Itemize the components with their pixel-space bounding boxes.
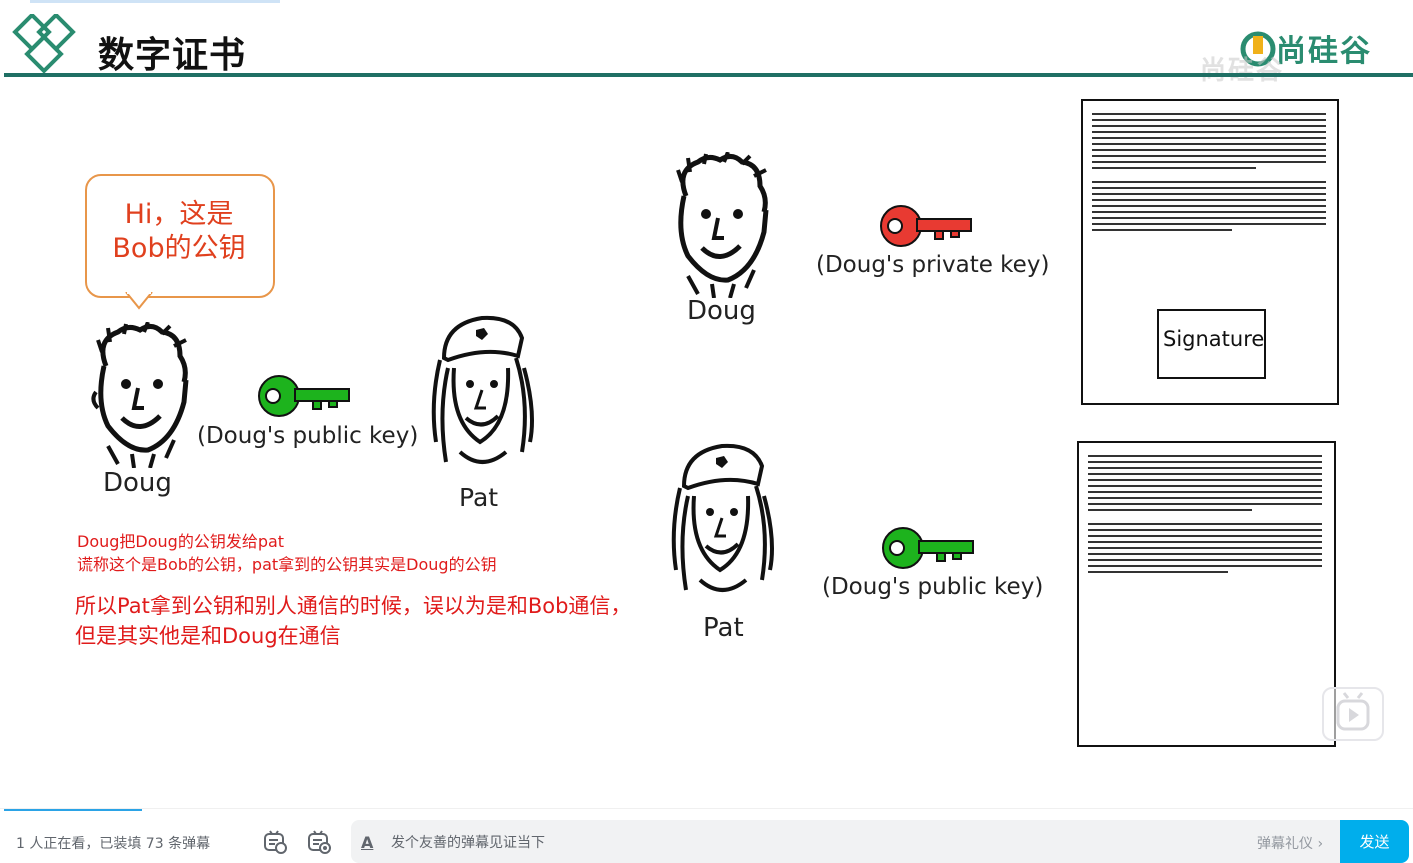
note-line-4: 但是其实他是和Doug在通信 bbox=[75, 624, 341, 648]
bubble-line1: Hi，这是 bbox=[124, 199, 234, 230]
slide-title: 数字证书 bbox=[98, 35, 247, 76]
public-key-label-left: (Doug's public key) bbox=[197, 423, 419, 449]
doug-face-illustration bbox=[91, 322, 189, 468]
brand-name: 尚硅谷 bbox=[1276, 34, 1372, 69]
note-line-2: 谎称这个是Bob的公钥，pat拿到的公钥其实是Doug的公钥 bbox=[77, 555, 497, 574]
unsigned-document bbox=[1077, 441, 1336, 747]
play-button[interactable] bbox=[1322, 687, 1384, 741]
bubble-tail bbox=[125, 292, 153, 310]
signature-label: Signature bbox=[1163, 327, 1265, 351]
text-style-icon[interactable]: A bbox=[361, 833, 373, 852]
viewer-count-text: 1 人正在看，已装填 73 条弹幕 bbox=[16, 836, 211, 852]
note-line-3: 所以Pat拿到公钥和别人通信的时候，误以为是和Bob通信， bbox=[75, 594, 632, 618]
danmaku-toolbar: 1 人正在看，已装填 73 条弹幕 A 弹幕礼仪 › 发送 bbox=[0, 808, 1413, 863]
watermark: 尚硅谷 bbox=[1200, 56, 1285, 86]
document-text-lines bbox=[1092, 113, 1326, 235]
bubble-text: Hi，这是 Bob的公钥 bbox=[85, 198, 273, 266]
logo-diamonds-icon bbox=[12, 14, 76, 74]
note-line-1: Doug把Doug的公钥发给pat bbox=[77, 532, 285, 551]
danmaku-settings-icon[interactable] bbox=[306, 829, 332, 855]
doug-face-illustration-right bbox=[676, 152, 769, 298]
video-slide[interactable]: 数字证书 尚硅谷 尚硅谷 Hi，这是 Bob的公钥 Doug (Doug's p… bbox=[0, 0, 1413, 808]
doug-label-left: Doug bbox=[103, 468, 172, 498]
send-button[interactable]: 发送 bbox=[1340, 820, 1409, 863]
green-key-icon-right bbox=[882, 527, 974, 569]
pat-face-illustration-right bbox=[671, 443, 774, 592]
danmaku-etiquette-link[interactable]: 弹幕礼仪 › bbox=[1257, 833, 1323, 853]
pat-label-left: Pat bbox=[459, 483, 499, 512]
document-text-lines-2 bbox=[1088, 455, 1322, 577]
danmaku-input[interactable] bbox=[389, 829, 1233, 857]
tab-underline bbox=[4, 809, 142, 811]
green-key-icon bbox=[258, 375, 350, 417]
public-key-label-right: (Doug's public key) bbox=[822, 574, 1044, 600]
play-icon bbox=[1336, 692, 1370, 731]
doug-label-right: Doug bbox=[687, 296, 756, 326]
danmaku-toggle-icon[interactable] bbox=[262, 829, 288, 855]
pat-face-illustration bbox=[431, 315, 534, 464]
red-key-icon bbox=[880, 205, 972, 247]
private-key-label: (Doug's private key) bbox=[816, 252, 1050, 278]
header-divider bbox=[4, 73, 1413, 77]
pat-label-right: Pat bbox=[703, 613, 744, 643]
top-progress-strip bbox=[0, 0, 1413, 8]
progress-fill bbox=[30, 0, 280, 3]
bubble-line2: Bob的公钥 bbox=[112, 233, 246, 264]
